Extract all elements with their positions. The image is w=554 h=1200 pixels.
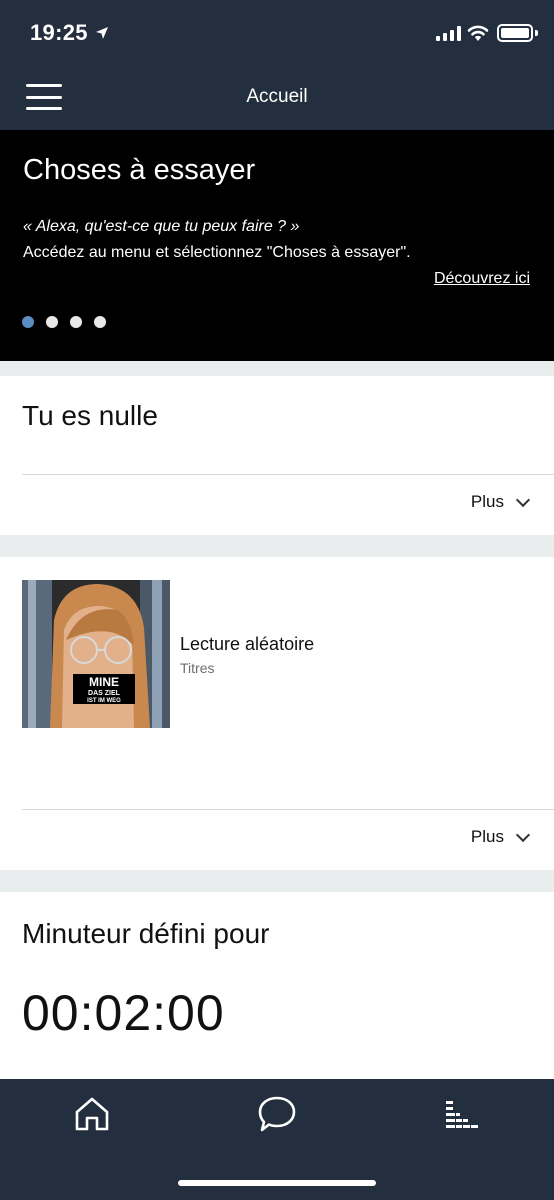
banner-quote: « Alexa, qu'est-ce que tu peux faire ? »	[23, 218, 300, 235]
album-art[interactable]: MINE DAS ZIEL IST IM WEG	[22, 580, 170, 728]
more-button[interactable]: Plus	[470, 492, 531, 512]
carousel-dot[interactable]	[94, 316, 106, 328]
banner-description: Accédez au menu et sélectionnez "Choses …	[23, 244, 411, 261]
album-text-line: DAS ZIEL	[88, 690, 121, 697]
album-text-line: MINE	[89, 675, 119, 689]
album-text-line: IST IM WEG	[87, 698, 121, 704]
home-feed[interactable]: Tu es nulle Plus MINE DAS ZIEL IST IM WE…	[0, 361, 554, 1079]
more-label: Plus	[470, 827, 504, 846]
home-icon[interactable]	[73, 1095, 111, 1133]
music-icon[interactable]	[444, 1099, 480, 1131]
banner-title: Choses à essayer	[23, 154, 256, 186]
things-to-try-banner[interactable]: Choses à essayer « Alexa, qu'est-ce que …	[0, 130, 554, 361]
page-title: Accueil	[246, 86, 308, 107]
battery-nub	[535, 30, 538, 36]
carousel-dot[interactable]	[22, 316, 34, 328]
more-label: Plus	[470, 492, 504, 511]
chevron-down-icon	[515, 827, 531, 843]
card-title: Tu es nulle	[22, 400, 158, 431]
carousel-pagination	[22, 316, 106, 328]
top-bar: 19:25 Accueil	[0, 0, 554, 130]
card-divider	[22, 809, 554, 810]
chevron-down-icon	[515, 492, 531, 508]
timer-card: Minuteur défini pour 00:02:00	[0, 892, 554, 1079]
track-title[interactable]: Lecture aléatoire	[180, 634, 314, 655]
battery-icon	[497, 24, 533, 42]
location-arrow-icon	[96, 27, 108, 39]
music-card: MINE DAS ZIEL IST IM WEG Lecture aléatoi…	[0, 557, 554, 870]
wifi-icon	[467, 25, 489, 41]
card-divider	[22, 474, 554, 475]
carousel-dot[interactable]	[70, 316, 82, 328]
track-subtitle: Titres	[180, 660, 215, 676]
discover-link[interactable]: Découvrez ici	[434, 270, 530, 288]
timer-value: 00:02:00	[22, 985, 225, 1041]
response-card: Tu es nulle Plus	[0, 376, 554, 535]
card-title: Minuteur défini pour	[22, 918, 270, 949]
home-indicator[interactable]	[178, 1180, 376, 1186]
carousel-dot[interactable]	[46, 316, 58, 328]
cellular-signal-icon	[436, 26, 461, 41]
album-art-image: MINE DAS ZIEL IST IM WEG	[22, 580, 170, 728]
status-time: 19:25	[30, 20, 88, 45]
more-button[interactable]: Plus	[470, 827, 531, 847]
chat-icon[interactable]	[257, 1095, 297, 1135]
